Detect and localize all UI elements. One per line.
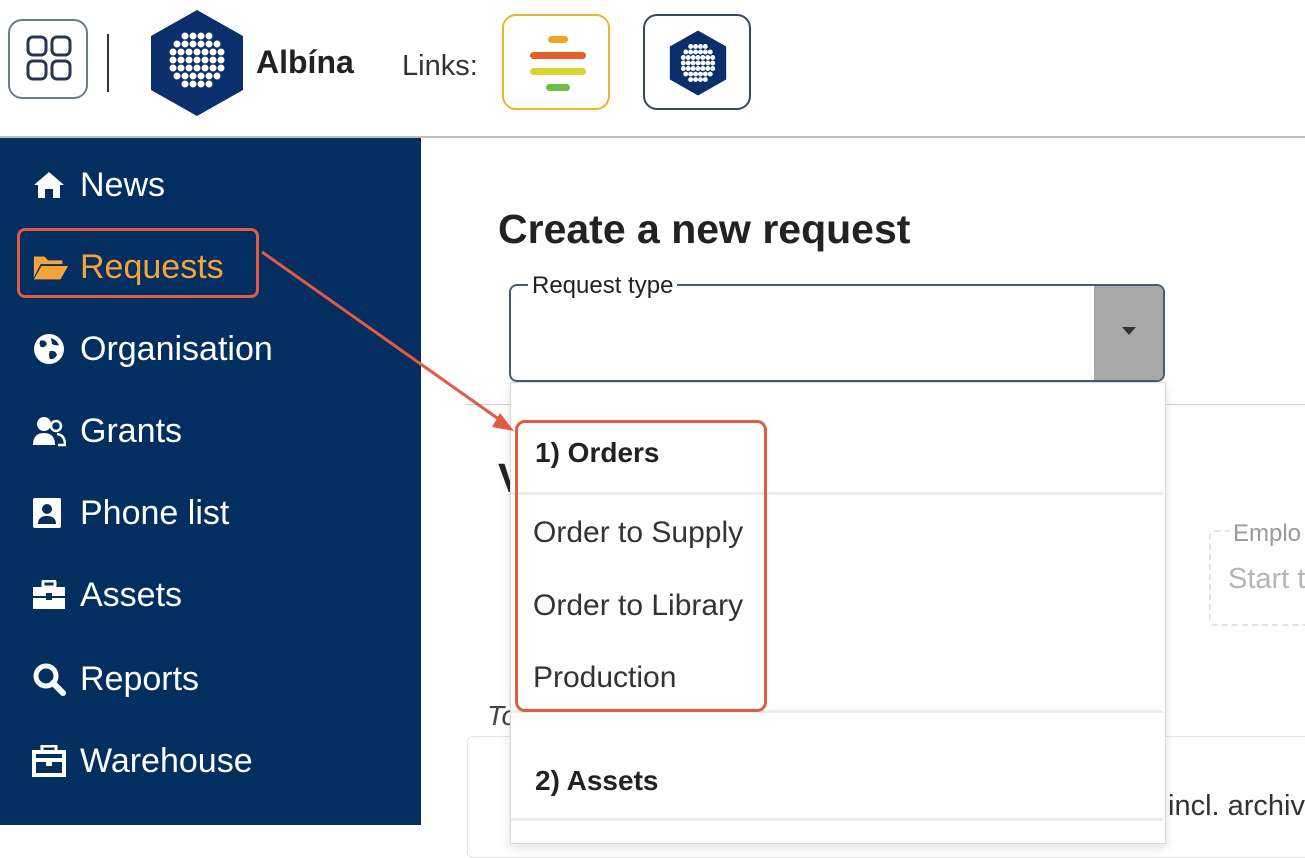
albina-hexagon-logo-icon[interactable] bbox=[148, 8, 246, 118]
sidebar-item-label: Warehouse bbox=[80, 741, 253, 780]
home-icon bbox=[32, 166, 70, 204]
sidebar-item-label: Phone list bbox=[80, 493, 230, 532]
top-bar: Albína Links: bbox=[0, 0, 1305, 138]
sidebar-item-reports[interactable]: Reports bbox=[32, 654, 199, 704]
apps-button[interactable] bbox=[8, 19, 88, 99]
dropdown-divider bbox=[511, 818, 1163, 821]
sidebar-item-label: Grants bbox=[80, 411, 183, 450]
globe-icon bbox=[32, 330, 70, 368]
employee-label: Emplo bbox=[1230, 520, 1305, 548]
dropdown-group-assets: 2) Assets bbox=[535, 765, 659, 796]
sidebar-item-label: Organisation bbox=[80, 329, 273, 368]
colored-bars-icon bbox=[530, 36, 586, 91]
apps-grid-icon bbox=[26, 35, 72, 81]
sidebar-item-label: Reports bbox=[80, 659, 200, 698]
header-divider bbox=[107, 34, 109, 92]
users-icon bbox=[32, 412, 70, 450]
annotation-highlight-orders bbox=[515, 420, 767, 712]
search-icon bbox=[32, 660, 70, 698]
card-text: incl. archiv bbox=[1168, 790, 1305, 822]
sidebar-item-label: Assets bbox=[80, 575, 183, 614]
warehouse-icon bbox=[32, 742, 70, 780]
sidebar-item-label: News bbox=[80, 165, 166, 204]
sidebar-item-warehouse[interactable]: Warehouse bbox=[32, 736, 253, 786]
employee-placeholder: Start t bbox=[1228, 563, 1305, 595]
hexagon-logo-icon bbox=[669, 30, 727, 96]
dropdown-toggle-button[interactable] bbox=[1094, 286, 1163, 380]
page-title: Create a new request bbox=[498, 206, 911, 252]
links-label: Links: bbox=[402, 50, 478, 82]
contact-card-icon bbox=[32, 494, 70, 532]
annotation-highlight-requests bbox=[17, 228, 259, 298]
sidebar-item-organisation[interactable]: Organisation bbox=[32, 324, 273, 374]
sidebar-item-news[interactable]: News bbox=[32, 160, 165, 210]
external-link-1[interactable] bbox=[502, 14, 610, 110]
sidebar-item-phone-list[interactable]: Phone list bbox=[32, 488, 229, 538]
brand-name: Albína bbox=[256, 44, 354, 80]
sidebar-item-assets[interactable]: Assets bbox=[32, 570, 182, 620]
toolbox-icon bbox=[32, 576, 70, 614]
external-link-2[interactable] bbox=[643, 14, 751, 110]
caret-down-icon bbox=[1122, 327, 1136, 335]
request-type-label: Request type bbox=[528, 272, 678, 300]
sidebar-item-grants[interactable]: Grants bbox=[32, 406, 182, 456]
